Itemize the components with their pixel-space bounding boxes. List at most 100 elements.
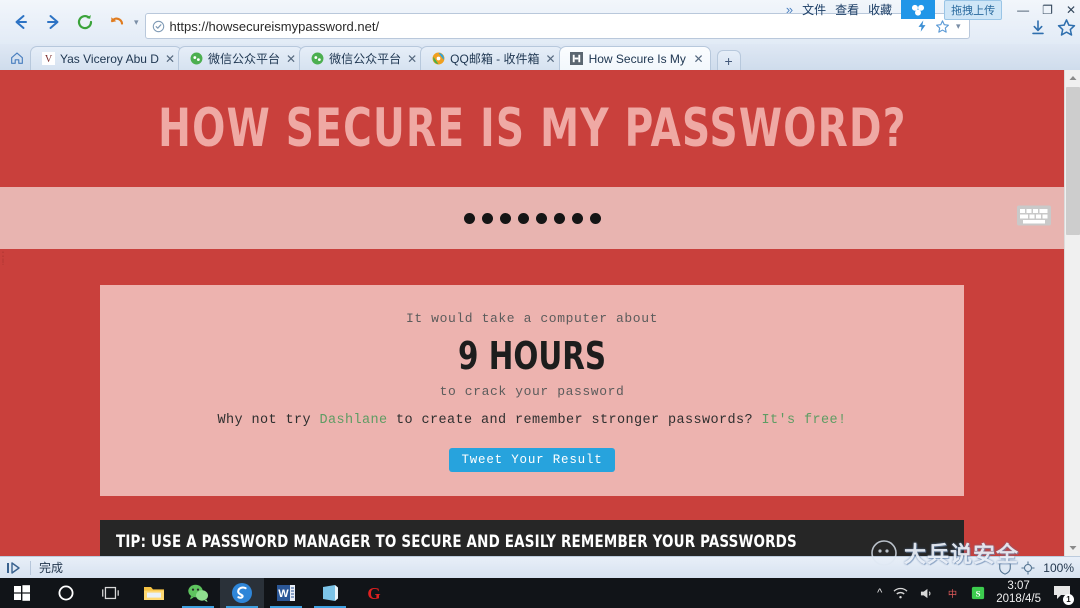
start-button[interactable] xyxy=(0,578,44,608)
menu-item-view[interactable]: 查看 xyxy=(835,1,859,18)
svg-text:中: 中 xyxy=(948,588,957,599)
keyboard-icon[interactable] xyxy=(1016,203,1052,234)
tip-heading: TIP: USE A PASSWORD MANAGER TO SECURE AN… xyxy=(100,520,964,556)
forward-arrow-icon xyxy=(47,15,59,29)
cortana-button[interactable] xyxy=(44,578,88,608)
menu-item-favorites[interactable]: 收藏 xyxy=(868,1,892,18)
crack-time-value: 9 HOURS xyxy=(458,334,606,378)
tray-expand-chevron-icon[interactable]: ^ xyxy=(877,587,882,599)
tab-label: 微信公众平台 xyxy=(208,52,281,66)
settings-icon[interactable] xyxy=(1020,560,1036,575)
back-arrow-icon xyxy=(15,15,27,29)
scrollbar-thumb[interactable] xyxy=(1066,87,1080,235)
password-dot xyxy=(481,212,493,224)
new-tab-button[interactable]: + xyxy=(716,50,741,70)
svg-text:V: V xyxy=(44,54,52,65)
tab-close-icon[interactable]: ✕ xyxy=(694,53,704,65)
svg-text:G: G xyxy=(367,584,380,603)
browser-window: ▾ https://howsecureismypassword.net/ ▾ »… xyxy=(0,0,1080,578)
notification-count-badge: 1 xyxy=(1063,594,1074,605)
cta-before-text: Why not try xyxy=(217,413,320,428)
top-menu-strip: » 文件 查看 收藏 拖拽上传 — ❐ ✕ xyxy=(786,0,1080,20)
tab-close-icon[interactable]: ✕ xyxy=(546,53,556,65)
render-artifact: :! xyxy=(0,250,7,269)
tab-label: Yas Viceroy Abu Dhab xyxy=(60,51,159,66)
web-page: HOW SECURE IS MY PASSWORD? It would take… xyxy=(0,70,1064,556)
toolbar-right-icons xyxy=(1029,18,1076,37)
page-body: It would take a computer about 9 HOURS t… xyxy=(0,249,1064,556)
tab-close-icon[interactable]: ✕ xyxy=(165,53,175,65)
tab-close-icon[interactable]: ✕ xyxy=(407,53,417,65)
taskbar-clock[interactable]: 3:07 2018/4/5 xyxy=(996,580,1041,606)
window-controls: — ❐ ✕ xyxy=(1011,4,1076,16)
wifi-icon[interactable] xyxy=(893,587,908,600)
tab-wechat-mp-1[interactable]: 微信公众平台 ✕ xyxy=(178,46,304,70)
chevron-double-right-icon[interactable]: » xyxy=(786,2,793,17)
drag-upload-chip[interactable]: 拖拽上传 xyxy=(944,0,1003,20)
favorites-star-icon[interactable] xyxy=(1057,18,1076,37)
page-scrollbar[interactable] xyxy=(1064,70,1080,556)
dashlane-link[interactable]: Dashlane xyxy=(319,413,387,428)
menu-item-file[interactable]: 文件 xyxy=(802,1,826,18)
windows-taskbar: W G ^ 中 S 3:07 2018/4/5 1 xyxy=(0,578,1080,608)
word-button[interactable]: W xyxy=(264,578,308,608)
sogou-browser-button[interactable] xyxy=(220,578,264,608)
g-app-button[interactable]: G xyxy=(352,578,396,608)
star-outline-icon[interactable] xyxy=(935,19,950,34)
omnibox-actions: ▾ xyxy=(915,19,965,34)
input-method-icon[interactable]: 中 xyxy=(945,587,960,600)
reload-button[interactable] xyxy=(70,7,100,37)
password-dot xyxy=(589,212,601,224)
close-button[interactable]: ✕ xyxy=(1066,4,1076,16)
clock-time: 3:07 xyxy=(1007,580,1030,592)
status-left: 完成 xyxy=(0,559,63,576)
scroll-down-arrow-icon[interactable] xyxy=(1065,540,1080,556)
sogou-icon xyxy=(232,583,252,603)
shield-icon[interactable] xyxy=(997,560,1013,575)
undo-arrow-icon xyxy=(110,17,124,25)
task-view-button[interactable] xyxy=(88,578,132,608)
wechat-button[interactable] xyxy=(176,578,220,608)
password-dot xyxy=(535,212,547,224)
system-tray: ^ 中 S 3:07 2018/4/5 1 xyxy=(877,580,1080,606)
password-input-bar[interactable] xyxy=(0,187,1064,249)
minimize-button[interactable]: — xyxy=(1017,4,1029,16)
forward-button[interactable] xyxy=(38,7,68,37)
sound-icon[interactable] xyxy=(919,587,934,600)
undo-button[interactable] xyxy=(102,7,132,37)
caret-down-icon[interactable]: ▾ xyxy=(134,17,139,28)
qq-mail-icon xyxy=(431,52,445,66)
file-explorer-button[interactable] xyxy=(132,578,176,608)
baidu-cloud-icon[interactable] xyxy=(901,0,936,19)
lightning-icon[interactable] xyxy=(915,19,929,33)
download-icon[interactable] xyxy=(1029,19,1047,37)
password-dots xyxy=(463,212,601,224)
cta-middle-text: to create and remember stronger password… xyxy=(387,413,762,428)
tab-close-icon[interactable]: ✕ xyxy=(286,53,296,65)
zoom-level[interactable]: 100% xyxy=(1043,561,1074,575)
onenote-button[interactable] xyxy=(308,578,352,608)
its-free-link[interactable]: It's free! xyxy=(762,413,847,428)
s-app-icon[interactable]: S xyxy=(971,586,985,600)
password-dot xyxy=(517,212,529,224)
step-into-icon[interactable] xyxy=(6,561,22,575)
tab-strip: V Yas Viceroy Abu Dhab ✕ 微信公众平台 ✕ 微信公众平台… xyxy=(0,44,1080,70)
caret-down-icon[interactable]: ▾ xyxy=(956,21,961,32)
folder-icon xyxy=(144,587,164,600)
tab-label: 微信公众平台 xyxy=(329,52,402,66)
tab-qq-mail[interactable]: QQ邮箱 - 收件箱 ✕ xyxy=(420,46,563,70)
tab-yas-viceroy[interactable]: V Yas Viceroy Abu Dhab ✕ xyxy=(30,46,182,70)
task-view-icon xyxy=(102,586,119,600)
scroll-up-arrow-icon[interactable] xyxy=(1065,70,1080,86)
wechat-icon xyxy=(310,52,324,66)
navigation-buttons: ▾ xyxy=(0,7,139,37)
tab-how-secure-is-my-password[interactable]: How Secure Is My Pass ✕ xyxy=(558,46,711,70)
tweet-your-result-button[interactable]: Tweet Your Result xyxy=(449,448,615,472)
back-button[interactable] xyxy=(6,7,36,37)
notification-center-button[interactable]: 1 xyxy=(1052,583,1074,605)
home-button[interactable] xyxy=(4,46,30,70)
shield-check-icon xyxy=(150,20,168,33)
maximize-button[interactable]: ❐ xyxy=(1042,4,1053,16)
tab-wechat-mp-2[interactable]: 微信公众平台 ✕ xyxy=(299,46,425,70)
result-intro-text: It would take a computer about xyxy=(405,311,659,326)
